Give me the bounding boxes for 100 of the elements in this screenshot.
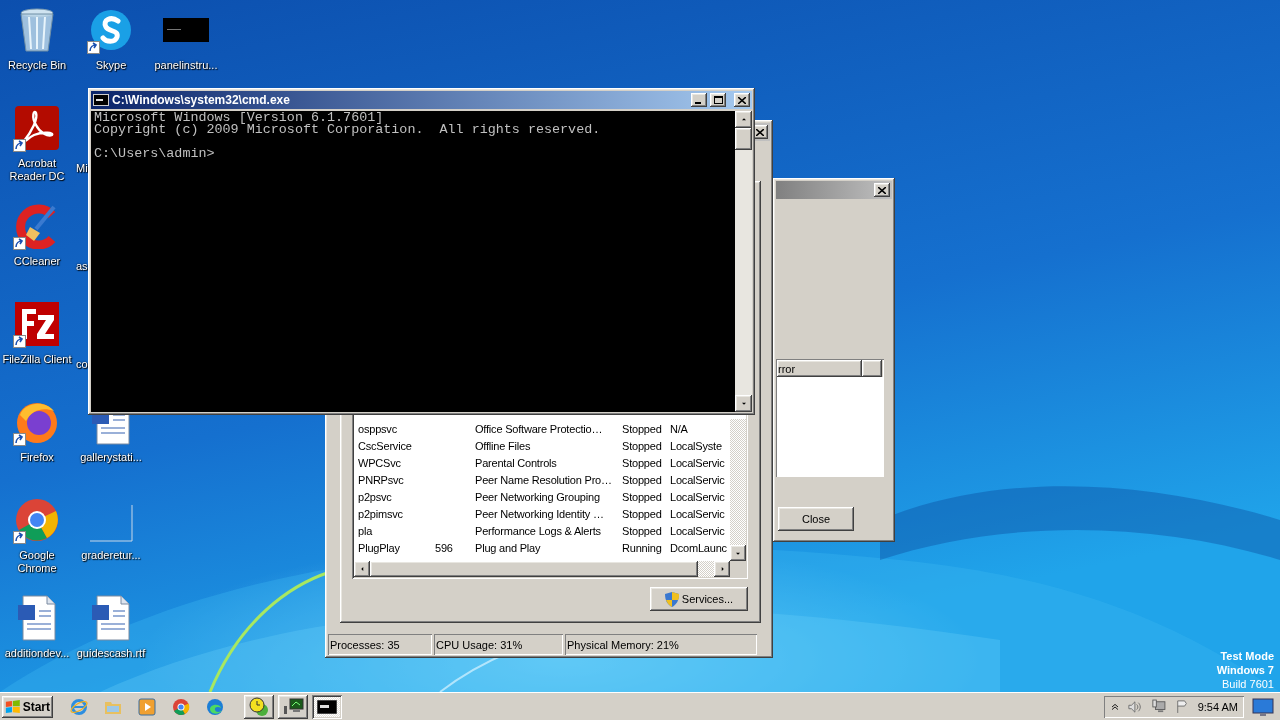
icon-label: Mi	[75, 162, 88, 175]
icon-label[interactable]: Recycle Bin	[7, 59, 67, 72]
table-cell-text: CscService	[358, 439, 413, 452]
icon-label[interactable]: Firefox	[20, 451, 54, 464]
table-cell-text: Peer Name Resolution Pro…	[475, 473, 613, 486]
table-cell-text: Stopped	[622, 456, 663, 469]
icon-label[interactable]: FileZilla Client	[2, 353, 72, 366]
status-text: CPU Usage: 31%	[434, 634, 563, 655]
close-icon	[756, 128, 764, 136]
scroll-down-button[interactable]	[735, 395, 752, 412]
table-cell-text: Plug and Play	[475, 541, 542, 554]
notice-text: Test Mode	[1220, 649, 1274, 663]
table-cell-text: Stopped	[622, 422, 663, 435]
console-line: Microsoft Windows [Version 6.1.7601]	[94, 112, 384, 124]
scroll-thumb[interactable]	[735, 128, 752, 150]
scrollbar[interactable]	[735, 111, 752, 412]
close-button[interactable]: Close	[778, 507, 854, 531]
document-icon	[91, 595, 131, 641]
document-icon	[17, 595, 57, 641]
minimize-button[interactable]	[691, 93, 707, 107]
table-cell-text: p2psvc	[358, 490, 393, 503]
table-cell-text: Stopped	[622, 473, 663, 486]
filezilla-icon	[14, 301, 60, 347]
scroll-up-button[interactable]	[735, 111, 752, 128]
console-line: Copyright (c) 2009 Microsoft Corporation. All rights reserved.	[94, 124, 602, 136]
table-cell-text: Offline Files	[475, 439, 532, 452]
column-header[interactable]: rror	[777, 360, 862, 377]
scroll-down-button[interactable]	[730, 545, 746, 561]
close-icon	[738, 96, 746, 104]
status-text: Processes: 35	[328, 634, 432, 655]
table-cell-text: Stopped	[622, 439, 663, 452]
shield-icon	[664, 591, 679, 607]
window-title: C:\Windows\system32\cmd.exe	[112, 93, 291, 107]
table-cell-text: LocalServic	[670, 524, 726, 537]
skype-icon	[89, 8, 133, 52]
icon-label[interactable]: graderetur...	[81, 549, 141, 562]
close-button[interactable]	[734, 93, 750, 107]
scroll-left-button[interactable]	[354, 561, 370, 577]
table-cell-text: Parental Controls	[475, 456, 558, 469]
icon-label[interactable]: Acrobat Reader DC	[0, 157, 74, 183]
icon-label[interactable]: gallerystati...	[80, 451, 142, 464]
console-line: C:\Users\admin>	[94, 148, 216, 160]
icon-label: co	[75, 358, 88, 371]
table-cell-text: LocalServic	[670, 456, 726, 469]
desktop-icon	[1252, 696, 1274, 717]
flag-icon[interactable]	[1175, 699, 1188, 714]
network-icon[interactable]	[1151, 699, 1166, 714]
icon-label[interactable]: Skype	[95, 59, 127, 72]
start-button[interactable]: Start	[2, 695, 53, 718]
windows-logo-icon	[5, 698, 21, 715]
notice-text: Windows 7	[1216, 663, 1274, 677]
caret-right-icon	[719, 565, 725, 573]
show-desktop-button[interactable]	[1252, 696, 1274, 717]
table-cell-text: Peer Networking Identity …	[475, 507, 605, 520]
status-text: Physical Memory: 21%	[565, 634, 757, 655]
console-icon[interactable]	[317, 699, 337, 714]
table-cell-text: LocalServic	[670, 507, 726, 520]
chrome-icon[interactable]	[172, 697, 190, 716]
icon-label[interactable]: additiondev...	[4, 647, 70, 660]
table-cell-text: LocalServic	[670, 490, 726, 503]
icon-label: as	[75, 260, 88, 273]
speaker-icon[interactable]	[1128, 699, 1142, 714]
icon-label[interactable]: Google Chrome	[0, 549, 74, 575]
chrome-icon	[14, 497, 60, 543]
icon-label[interactable]: panelinstru...	[154, 59, 218, 72]
table-cell-text: Stopped	[622, 524, 663, 537]
table-cell-text: N/A	[670, 422, 689, 435]
table-cell-text: osppsvc	[358, 422, 398, 435]
caret-down-icon	[734, 550, 742, 556]
maximize-button[interactable]	[710, 93, 726, 107]
media-player-icon[interactable]	[138, 697, 156, 716]
table-cell-text: PlugPlay	[358, 541, 401, 554]
services-button[interactable]: Services...	[650, 587, 748, 611]
maximize-icon	[713, 96, 723, 104]
table-cell-text: Office Software Protectio…	[475, 422, 604, 435]
taskbar-button[interactable]	[312, 694, 342, 719]
table-cell-text: LocalServic	[670, 473, 726, 486]
table-cell-text: Running	[622, 541, 663, 554]
table-cell-text: Stopped	[622, 507, 663, 520]
notice-text: Build 7601	[1222, 677, 1274, 691]
table-cell-text: WPCSvc	[358, 456, 402, 469]
edge-icon[interactable]	[206, 697, 224, 716]
column-header[interactable]	[862, 360, 882, 377]
scroll-right-button[interactable]	[714, 561, 730, 577]
chevron-up-icon[interactable]	[1112, 702, 1119, 711]
table-cell-text: p2pimsvc	[358, 507, 404, 520]
table-cell-text: pla	[358, 524, 374, 537]
thumbnail-icon	[163, 18, 209, 42]
clock-text[interactable]: 9:54 AM	[1197, 700, 1238, 713]
recycle-bin-icon	[17, 7, 57, 53]
icon-label[interactable]: CCleaner	[13, 255, 61, 268]
close-button[interactable]	[874, 183, 890, 197]
table-cell-text: DcomLaunc	[670, 541, 728, 554]
scrollbar[interactable]	[730, 419, 746, 561]
console-icon	[93, 94, 109, 106]
table-cell-text: Peer Networking Grouping	[475, 490, 601, 503]
table-cell-text: 596	[435, 541, 454, 554]
table-cell-text: Performance Logs & Alerts	[475, 524, 602, 537]
table-cell-text: Stopped	[622, 490, 663, 503]
table-cell-text: PNRPsvc	[358, 473, 405, 486]
